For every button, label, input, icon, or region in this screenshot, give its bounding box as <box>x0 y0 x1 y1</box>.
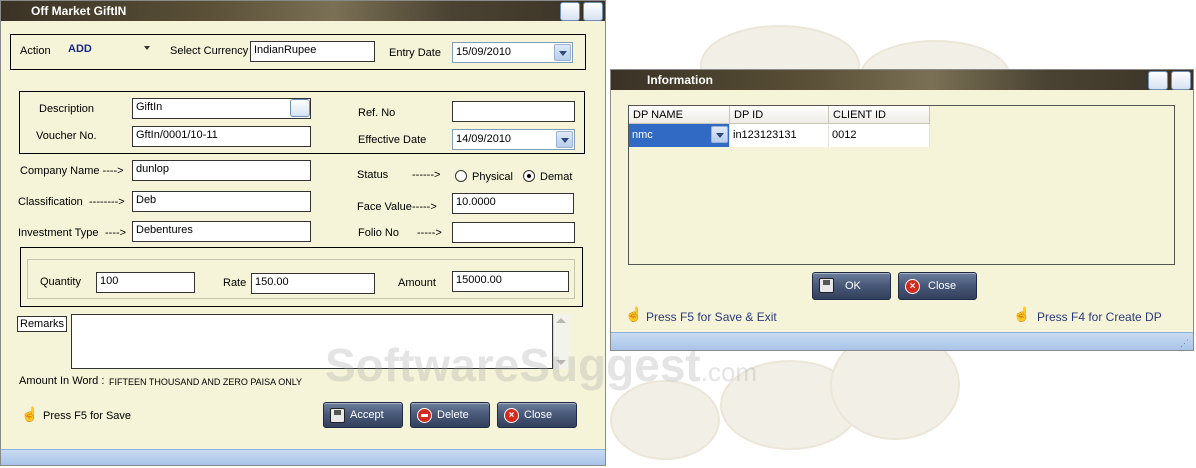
column-header-client-id[interactable]: CLIENT ID <box>829 106 930 124</box>
delete-button[interactable]: Delete <box>410 402 490 428</box>
status-demat-label: Demat <box>540 171 573 183</box>
chevron-down-icon[interactable] <box>556 131 573 148</box>
quantity-label: Quantity <box>40 276 81 288</box>
description-lookup-button[interactable] <box>290 99 310 117</box>
dp-id-cell[interactable]: in123123131 <box>730 124 829 147</box>
status-label: Status <box>357 169 389 181</box>
close-icon: × <box>905 279 920 294</box>
info-close-label: Close <box>928 280 957 292</box>
info-close-button[interactable]: × Close <box>898 272 977 300</box>
pointer-hand-icon: ☝ <box>1013 306 1031 322</box>
status-physical-label: Physical <box>472 171 513 183</box>
face-value-label: Face Value <box>357 201 412 213</box>
description-label: Description <box>39 103 95 115</box>
column-header-dp-name[interactable]: DP NAME <box>629 106 730 124</box>
rate-label: Rate <box>223 277 247 289</box>
folio-arrow: -----> <box>417 227 442 239</box>
delete-icon <box>417 408 432 423</box>
watermark-suffix: .com <box>700 357 758 387</box>
classification-arrow: --------> <box>89 196 125 208</box>
face-value-arrow: -----> <box>412 201 437 213</box>
watermark-text: SoftwareSuggest <box>325 339 701 391</box>
dp-name-value: nmc <box>632 129 653 141</box>
company-field[interactable]: dunlop <box>132 160 311 181</box>
voucher-field[interactable]: GftIn/0001/10-11 <box>132 126 311 147</box>
gift-in-titlebar: Off Market GiftIN <box>1 1 605 21</box>
folio-label: Folio No <box>358 227 399 239</box>
status-physical-radio[interactable] <box>455 170 467 182</box>
close-icon: × <box>504 408 519 423</box>
maximize-button[interactable] <box>583 2 603 21</box>
currency-field[interactable]: IndianRupee <box>250 41 375 62</box>
currency-label: Select Currency <box>170 45 249 57</box>
investment-type-field[interactable]: Debentures <box>132 221 311 242</box>
description-value: GiftIn <box>136 101 163 113</box>
description-field[interactable]: GiftIn <box>132 98 311 119</box>
watermark: SoftwareSuggest.com <box>325 338 757 392</box>
chevron-down-icon[interactable] <box>554 44 571 61</box>
amount-words-label: Amount In Word : <box>19 375 105 387</box>
pointer-hand-icon: ☝ <box>21 406 39 422</box>
remarks-label: Remarks <box>17 316 68 332</box>
information-title: Information <box>647 73 713 87</box>
chevron-down-icon[interactable] <box>144 46 150 50</box>
information-titlebar: Information <box>611 70 1193 90</box>
investment-type-arrow: ----> <box>105 227 127 239</box>
refno-label: Ref. No <box>358 107 396 119</box>
ok-label: OK <box>845 280 861 292</box>
classification-label: Classification <box>18 196 83 208</box>
restore-button[interactable] <box>1148 71 1168 90</box>
effective-date-picker[interactable]: 14/09/2010 <box>452 129 575 150</box>
scroll-up-icon[interactable] <box>556 318 566 323</box>
status-arrow: ------> <box>412 169 441 181</box>
effective-date-value: 14/09/2010 <box>456 133 512 145</box>
action-value: ADD <box>68 43 92 55</box>
resize-grip-icon[interactable]: ⋰ <box>1180 338 1190 348</box>
classification-field[interactable]: Deb <box>132 191 311 212</box>
maximize-button[interactable] <box>1171 71 1191 90</box>
effective-date-label: Effective Date <box>358 134 427 146</box>
accept-button[interactable]: Accept <box>323 402 403 428</box>
save-exit-hint: Press F5 for Save & Exit <box>646 310 777 324</box>
entry-date-picker[interactable]: 15/09/2010 <box>452 42 573 63</box>
dp-grid: DP NAME DP ID CLIENT ID nmc in123123131 … <box>628 105 1175 265</box>
status-demat-radio[interactable] <box>523 170 535 182</box>
ok-button[interactable]: OK <box>812 272 891 300</box>
action-label: Action <box>20 45 51 57</box>
save-hint: Press F5 for Save <box>43 410 132 422</box>
gift-in-title: Off Market GiftIN <box>31 4 127 18</box>
amount-field[interactable]: 15000.00 <box>452 271 569 292</box>
floppy-disk-icon <box>330 408 345 423</box>
investment-type-label: Investment Type <box>18 227 99 239</box>
create-dp-hint: Press F4 for Create DP <box>1037 310 1162 324</box>
quantity-field[interactable]: 100 <box>96 272 195 293</box>
company-label: Company Name ----> <box>20 165 124 177</box>
restore-button[interactable] <box>560 2 580 21</box>
entry-date-label: Entry Date <box>389 47 441 59</box>
voucher-label: Voucher No. <box>36 130 97 142</box>
dp-name-cell[interactable]: nmc <box>629 124 730 147</box>
delete-label: Delete <box>437 409 469 421</box>
entry-date-value: 15/09/2010 <box>456 46 512 58</box>
rate-field[interactable]: 150.00 <box>251 273 375 294</box>
close-label: Close <box>524 409 553 421</box>
face-value-field[interactable]: 10.0000 <box>452 193 574 214</box>
folio-field[interactable] <box>452 222 575 243</box>
amount-label: Amount <box>398 277 436 289</box>
column-header-dp-id[interactable]: DP ID <box>730 106 829 124</box>
close-button[interactable]: × Close <box>497 402 577 428</box>
refno-field[interactable] <box>452 101 575 122</box>
gift-in-statusbar <box>1 449 605 465</box>
amount-words-value: FIFTEEN THOUSAND AND ZERO PAISA ONLY <box>109 377 303 387</box>
pointer-hand-icon: ☝ <box>625 306 643 322</box>
chevron-down-icon[interactable] <box>711 126 728 143</box>
client-id-cell[interactable]: 0012 <box>829 124 930 147</box>
action-select[interactable]: ADD <box>65 40 155 61</box>
gift-in-window: Off Market GiftIN Action ADD Select Curr… <box>0 0 606 466</box>
floppy-disk-icon <box>819 278 834 293</box>
information-window: Information DP NAME DP ID CLIENT ID nmc … <box>610 69 1194 351</box>
accept-label: Accept <box>350 409 384 421</box>
